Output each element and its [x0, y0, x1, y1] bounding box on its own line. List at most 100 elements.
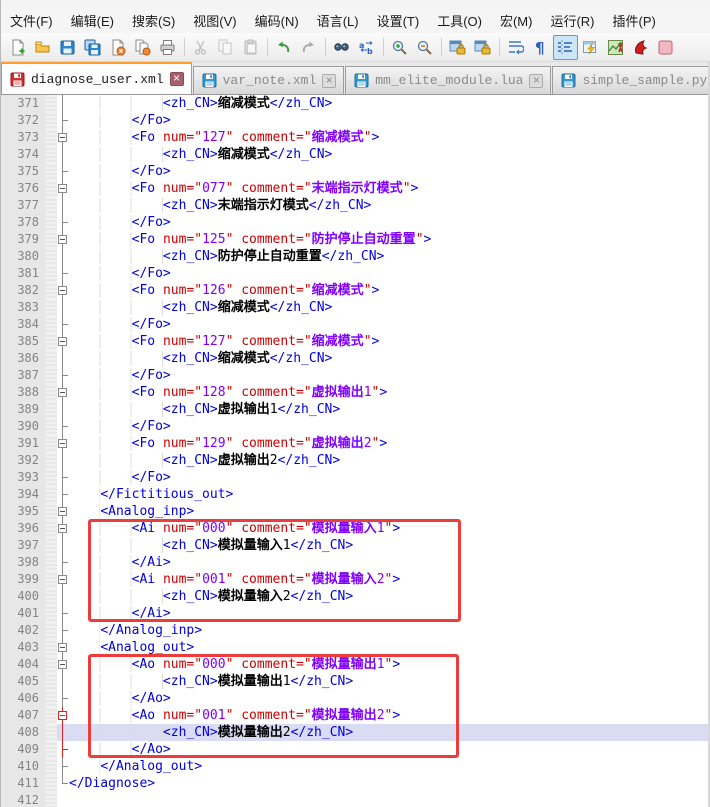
bookmark-margin[interactable]: [46, 146, 57, 163]
open-file-button[interactable]: [30, 35, 55, 60]
menu-item-edit[interactable]: 编辑(E): [62, 8, 123, 33]
fold-collapse-icon[interactable]: [58, 643, 67, 652]
bookmark-margin[interactable]: [46, 452, 57, 469]
code-text[interactable]: <zh_CN>缩减模式</zh_CN>: [69, 299, 709, 316]
fold-margin[interactable]: [57, 129, 69, 146]
code-text[interactable]: <Fo num="125" comment="防护停止自动重置">: [69, 231, 709, 248]
bookmark-margin[interactable]: [46, 486, 57, 503]
tab-var_note.xml[interactable]: var_note.xml×: [193, 66, 345, 94]
code-text[interactable]: </Fictitious_out>: [69, 486, 709, 503]
fold-margin[interactable]: [57, 724, 69, 741]
code-text[interactable]: <zh_CN>防护停止自动重置</zh_CN>: [69, 248, 709, 265]
bookmark-margin[interactable]: [46, 775, 57, 792]
bookmark-margin[interactable]: [46, 758, 57, 775]
new-file-button[interactable]: [5, 35, 30, 60]
bookmark-margin[interactable]: [46, 350, 57, 367]
fold-margin[interactable]: [57, 146, 69, 163]
bookmark-margin[interactable]: [46, 231, 57, 248]
fold-collapse-icon[interactable]: [58, 235, 67, 244]
fold-collapse-icon[interactable]: [58, 184, 67, 193]
bookmark-margin[interactable]: [46, 724, 57, 741]
bookmark-margin[interactable]: [46, 418, 57, 435]
bookmark-margin[interactable]: [46, 265, 57, 282]
menu-item-search[interactable]: 搜索(S): [123, 8, 184, 33]
plugin-red-button[interactable]: [628, 35, 653, 60]
sync-horizontal-scroll-button[interactable]: [470, 35, 495, 60]
bookmark-margin[interactable]: [46, 673, 57, 690]
code-text[interactable]: <Fo num="127" comment="缩减模式">: [69, 129, 709, 146]
code-text[interactable]: </Fo>: [69, 163, 709, 180]
word-wrap-button[interactable]: [503, 35, 528, 60]
fold-collapse-icon[interactable]: [58, 337, 67, 346]
code-text[interactable]: [69, 792, 709, 807]
fold-margin[interactable]: [57, 758, 69, 775]
code-text[interactable]: <zh_CN>缩减模式</zh_CN>: [69, 350, 709, 367]
code-text[interactable]: </Fo>: [69, 418, 709, 435]
fold-margin[interactable]: [57, 673, 69, 690]
code-text[interactable]: </Fo>: [69, 367, 709, 384]
tab-mm_elite_module.lua[interactable]: mm_elite_module.lua×: [345, 66, 551, 94]
menu-item-macro[interactable]: 宏(M): [491, 8, 542, 33]
save-all-button[interactable]: [80, 35, 105, 60]
menu-item-plugins[interactable]: 插件(P): [604, 8, 665, 33]
fold-margin[interactable]: [57, 469, 69, 486]
fold-margin[interactable]: [57, 265, 69, 282]
fold-collapse-icon[interactable]: [58, 660, 67, 669]
code-text[interactable]: <Fo num="127" comment="缩减模式">: [69, 333, 709, 350]
bookmark-margin[interactable]: [46, 197, 57, 214]
fold-margin[interactable]: [57, 656, 69, 673]
bookmark-margin[interactable]: [46, 214, 57, 231]
fold-margin[interactable]: [57, 197, 69, 214]
print-button[interactable]: [155, 35, 180, 60]
fold-margin[interactable]: [57, 418, 69, 435]
menu-item-settings[interactable]: 设置(T): [368, 8, 429, 33]
bookmark-margin[interactable]: [46, 469, 57, 486]
redo-button[interactable]: [296, 35, 321, 60]
show-indent-guide-button[interactable]: [553, 35, 578, 60]
fold-margin[interactable]: [57, 316, 69, 333]
bookmark-margin[interactable]: [46, 622, 57, 639]
menu-item-language[interactable]: 语言(L): [308, 8, 368, 33]
tab-close-icon[interactable]: ×: [322, 74, 336, 88]
fold-collapse-icon[interactable]: [58, 439, 67, 448]
find-button[interactable]: [329, 35, 354, 60]
fold-margin[interactable]: [57, 367, 69, 384]
bookmark-margin[interactable]: [46, 520, 57, 537]
menu-item-file[interactable]: 文件(F): [1, 8, 62, 33]
fold-margin[interactable]: [57, 554, 69, 571]
code-text[interactable]: <zh_CN>虚拟输出2</zh_CN>: [69, 452, 709, 469]
fold-margin[interactable]: [57, 282, 69, 299]
bookmark-margin[interactable]: [46, 299, 57, 316]
fold-margin[interactable]: [57, 248, 69, 265]
fold-collapse-icon[interactable]: [58, 524, 67, 533]
bookmark-margin[interactable]: [46, 503, 57, 520]
fold-margin[interactable]: [57, 180, 69, 197]
fold-margin[interactable]: [57, 214, 69, 231]
code-text[interactable]: <Fo num="077" comment="末端指示灯模式">: [69, 180, 709, 197]
fold-margin[interactable]: [57, 588, 69, 605]
code-text[interactable]: <Fo num="128" comment="虚拟输出1">: [69, 384, 709, 401]
code-text[interactable]: <zh_CN>缩减模式</zh_CN>: [69, 146, 709, 163]
tab-simple_sample.py[interactable]: simple_sample.py×: [552, 66, 710, 94]
bookmark-margin[interactable]: [46, 588, 57, 605]
bookmark-margin[interactable]: [46, 163, 57, 180]
code-text[interactable]: <zh_CN>末端指示灯模式</zh_CN>: [69, 197, 709, 214]
code-text[interactable]: </Analog_out>: [69, 758, 709, 775]
save-button[interactable]: [55, 35, 80, 60]
cut-button[interactable]: [188, 35, 213, 60]
bookmark-margin[interactable]: [46, 537, 57, 554]
bookmark-margin[interactable]: [46, 112, 57, 129]
code-text[interactable]: <Fo num="126" comment="缩减模式">: [69, 282, 709, 299]
fold-collapse-icon[interactable]: [58, 388, 67, 397]
bookmark-margin[interactable]: [46, 571, 57, 588]
fold-margin[interactable]: [57, 231, 69, 248]
undo-button[interactable]: [271, 35, 296, 60]
fold-collapse-icon[interactable]: [58, 133, 67, 142]
fold-margin[interactable]: [57, 163, 69, 180]
menu-item-view[interactable]: 视图(V): [184, 8, 245, 33]
zoom-in-button[interactable]: [387, 35, 412, 60]
fold-margin[interactable]: [57, 503, 69, 520]
bookmark-margin[interactable]: [46, 435, 57, 452]
fold-margin[interactable]: [57, 690, 69, 707]
code-text[interactable]: </Fo>: [69, 214, 709, 231]
